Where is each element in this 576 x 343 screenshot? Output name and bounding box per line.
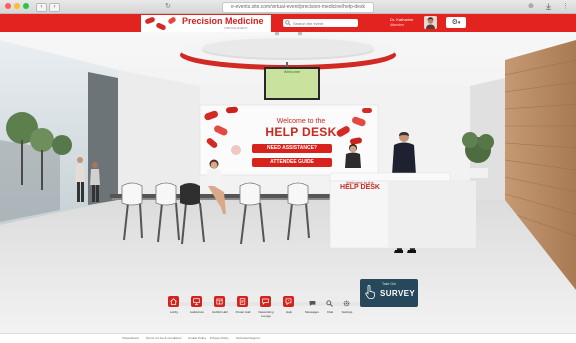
back-button[interactable]: ‹ — [36, 3, 47, 12]
footer-link[interactable]: Cookie Policy — [188, 336, 206, 340]
survey-label-large: SURVEY — [380, 289, 416, 298]
search-icon[interactable] — [326, 300, 333, 307]
chat-icon — [262, 298, 269, 305]
user-role: Attendee — [390, 23, 405, 27]
auditorium-button[interactable] — [191, 296, 202, 307]
footer-link[interactable]: Technical Support — [236, 336, 260, 340]
networking-lounge-label: Networking Lounge — [258, 310, 274, 318]
close-window-button[interactable] — [5, 3, 11, 9]
bottom-navigation-dock: Lobby Auditorium Exhibit Hall Poster Hal… — [168, 296, 358, 326]
brand-title: Precision Medicine — [182, 16, 264, 26]
browser-toolbar: ‹ › ↻ e-events.site.com/virtual-event/pr… — [0, 0, 576, 14]
gear-icon[interactable] — [343, 300, 350, 307]
settings-label: Settings — [341, 310, 353, 314]
reload-button[interactable]: ↻ — [165, 3, 171, 10]
search-input[interactable] — [293, 19, 355, 27]
browser-menu-button[interactable]: ⋮ — [562, 3, 569, 10]
reload-icon: ↻ — [165, 3, 171, 10]
poster-hall-button[interactable] — [237, 296, 248, 307]
desk-sign-large: HELP DESK — [340, 184, 380, 191]
forward-icon: › — [53, 4, 56, 10]
welcome-heading-small: Welcome to the — [276, 118, 326, 125]
need-assistance-button[interactable]: NEED ASSISTANCE? — [252, 144, 332, 153]
footer-bar: Virtual Event Terms of Use & Conditions … — [0, 333, 576, 343]
footer-link[interactable]: Terms of Use & Conditions — [146, 336, 182, 340]
exhibit-hall-button[interactable] — [214, 296, 225, 307]
user-name: Dr. Katharine — [390, 17, 414, 22]
messages-label: Messages — [305, 310, 319, 314]
lobby-label: Lobby — [169, 310, 179, 314]
poster-hall-label: Poster Hall — [235, 310, 251, 314]
help-label: Help — [285, 310, 293, 314]
exhibit-icon — [216, 298, 223, 305]
survey-button[interactable]: Take Our SURVEY — [360, 279, 418, 307]
pill-decoration — [144, 16, 156, 25]
help-button[interactable] — [283, 296, 294, 307]
chat-icon[interactable] — [309, 300, 316, 307]
auditorium-icon — [193, 298, 200, 305]
help-icon — [285, 298, 292, 305]
search-icon — [285, 20, 291, 26]
address-bar[interactable]: e-events.site.com/virtual-event/precisio… — [222, 2, 374, 13]
minimize-window-button[interactable] — [14, 3, 20, 9]
user-avatar-icon — [424, 16, 437, 29]
back-icon: ‹ — [40, 4, 43, 10]
pointing-hand-icon — [365, 285, 375, 299]
networking-lounge-button[interactable] — [260, 296, 271, 307]
lobby-button[interactable] — [168, 296, 179, 307]
search-box[interactable] — [283, 19, 358, 27]
auditorium-label: Auditorium — [189, 310, 205, 314]
brand-banner[interactable]: Precision Medicine VIRTUAL EVENT — [141, 15, 271, 32]
settings-menu-button[interactable]: ⚙▾ — [446, 17, 466, 28]
poster-icon — [239, 298, 246, 305]
menu-icon: ⋮ — [562, 3, 569, 10]
footer-link[interactable]: Virtual Event — [122, 336, 139, 340]
exhibit-hall-label: Exhibit Hall — [212, 310, 228, 314]
survey-label-small: Take Our — [382, 282, 397, 286]
browser-window: ‹ › ↻ e-events.site.com/virtual-event/pr… — [0, 0, 576, 343]
forward-button[interactable]: › — [49, 3, 60, 12]
maximize-window-button[interactable] — [23, 3, 29, 9]
footer-link[interactable]: Privacy Policy — [210, 336, 229, 340]
tv-caption: Welcome — [283, 69, 301, 74]
attendee-guide-button[interactable]: ATTENDEE GUIDE — [252, 158, 332, 167]
download-button[interactable] — [545, 3, 552, 12]
welcome-heading-large: HELP DESK — [265, 125, 337, 139]
avatar[interactable] — [424, 16, 437, 29]
extension-icon: ⊕ — [528, 3, 534, 10]
pill-decoration — [167, 16, 177, 25]
pill-decoration — [155, 22, 167, 31]
extension-button[interactable]: ⊕ — [528, 3, 534, 10]
chevron-down-icon: ▾ — [457, 20, 461, 26]
brand-subtitle: VIRTUAL EVENT — [224, 26, 248, 30]
download-icon — [546, 3, 551, 10]
home-icon — [170, 298, 177, 305]
